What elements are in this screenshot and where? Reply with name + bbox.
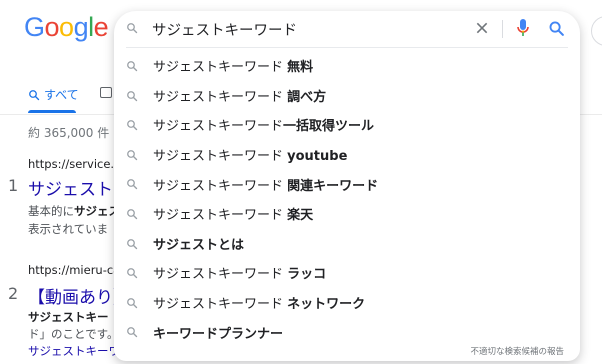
suggestion-text: サジェストキーワード一括取得ツール: [153, 115, 374, 134]
settings-button[interactable]: [591, 16, 602, 46]
search-icon[interactable]: [548, 20, 565, 37]
search-input[interactable]: サジェストキーワード: [152, 19, 297, 40]
suggestion-text: サジェストキーワード ネットワーク: [153, 293, 365, 312]
suggestion-completion: ネットワーク: [287, 297, 366, 313]
search-icon: [127, 179, 138, 190]
logo-letter: G: [24, 12, 45, 42]
report-suggestions-link[interactable]: 不適切な検索候補の報告: [470, 345, 564, 357]
suggestion-text: サジェストキーワード 調べ方: [153, 86, 326, 105]
search-icon: [127, 149, 138, 160]
suggestion-item[interactable]: サジェストキーワード 調べ方: [114, 81, 580, 111]
suggestion-text: キーワードプランナー: [153, 323, 283, 342]
suggestion-text: サジェストキーワード ラッコ: [153, 263, 326, 282]
suggestion-item[interactable]: サジェストキーワード ラッコ: [114, 258, 580, 288]
tab-active-indicator: [28, 110, 76, 113]
search-icon: [127, 268, 138, 279]
result-number: 2: [8, 284, 19, 303]
result-snippet: 基本的にサジェス: [28, 203, 120, 219]
mic-icon[interactable]: [516, 18, 530, 38]
search-box[interactable]: サジェストキーワード: [114, 11, 580, 47]
suggestion-item[interactable]: サジェストキーワード ネットワーク: [114, 288, 580, 318]
logo-letter: o: [44, 12, 60, 42]
suggestion-completion: キーワードプランナー: [153, 326, 284, 342]
suggestion-completion: 無料: [287, 60, 314, 76]
suggestion-base: サジェストキーワード: [153, 119, 284, 135]
search-icon: [127, 327, 138, 338]
snippet-bold: サジェストキー: [28, 310, 109, 324]
suggestion-text: サジェストとは: [153, 234, 244, 253]
search-icon: [127, 297, 138, 308]
logo-letter: g: [73, 12, 89, 42]
suggestion-completion: 調べ方: [287, 89, 327, 105]
suggestion-text: サジェストキーワード 無料: [153, 56, 313, 75]
suggestion-list: サジェストキーワード 無料 サジェストキーワード 調べ方 サジェストキーワード一…: [114, 51, 580, 347]
suggestion-item[interactable]: サジェストとは: [114, 229, 580, 259]
google-logo[interactable]: Google: [24, 12, 109, 43]
logo-letter: e: [93, 12, 109, 42]
suggestion-item[interactable]: サジェストキーワード一括取得ツール: [114, 110, 580, 140]
suggestion-text: サジェストキーワード 関連キーワード: [153, 175, 378, 194]
suggestion-completion: ラッコ: [287, 267, 327, 283]
suggestion-base: サジェストキーワード: [153, 89, 288, 105]
search-icon: [127, 238, 138, 249]
suggestion-completion: 関連キーワード: [287, 178, 379, 194]
suggestion-base: サジェストキーワード: [153, 208, 288, 224]
dropdown-divider: [126, 47, 568, 48]
result-number: 1: [8, 176, 19, 195]
search-icon: [29, 89, 40, 100]
suggestion-completion: 一括取得ツール: [283, 119, 375, 135]
tab-all[interactable]: すべて: [28, 86, 79, 103]
suggestion-base: サジェストキーワード: [153, 267, 288, 283]
suggestion-completion: 楽天: [287, 208, 314, 224]
result-snippet: サジェストキー: [28, 309, 109, 325]
search-icon: [127, 61, 138, 72]
snippet-text: 基本的に: [28, 204, 74, 218]
suggestion-item[interactable]: サジェストキーワード 無料: [114, 51, 580, 81]
image-icon[interactable]: [100, 87, 112, 98]
suggestion-item[interactable]: サジェストキーワード 楽天: [114, 199, 580, 229]
search-icon: [127, 120, 138, 131]
search-divider: [502, 20, 503, 38]
suggestion-item[interactable]: サジェストキーワード 関連キーワード: [114, 169, 580, 199]
result-stats: 約 365,000 件 （: [28, 126, 126, 140]
result-snippet: ド」のことです。: [28, 327, 119, 341]
suggestion-base: サジェストキーワード: [153, 297, 288, 313]
suggestion-item[interactable]: サジェストキーワード youtube: [114, 140, 580, 170]
result-snippet: 表示されていま: [28, 222, 109, 236]
suggestion-text: サジェストキーワード 楽天: [153, 204, 313, 223]
suggestion-completion: youtube: [287, 149, 348, 165]
suggestion-base: サジェストキーワード: [153, 149, 288, 165]
search-icon: [127, 209, 138, 220]
search-panel: サジェストキーワード サジェストキーワード 無料 サジェストキーワード 調べ方 …: [114, 11, 580, 361]
suggestion-base: サジェストキーワード: [153, 60, 288, 76]
search-icon: [127, 90, 138, 101]
close-icon[interactable]: [474, 20, 490, 36]
suggestion-item[interactable]: キーワードプランナー: [114, 317, 580, 347]
logo-letter: o: [59, 12, 74, 42]
result-sitelink[interactable]: サジェストキーワ: [28, 343, 120, 359]
search-icon: [127, 23, 138, 34]
suggestion-text: サジェストキーワード youtube: [153, 145, 347, 164]
tab-all-label: すべて: [44, 88, 79, 102]
suggestion-completion: サジェストとは: [153, 237, 245, 253]
suggestion-base: サジェストキーワード: [153, 178, 288, 194]
